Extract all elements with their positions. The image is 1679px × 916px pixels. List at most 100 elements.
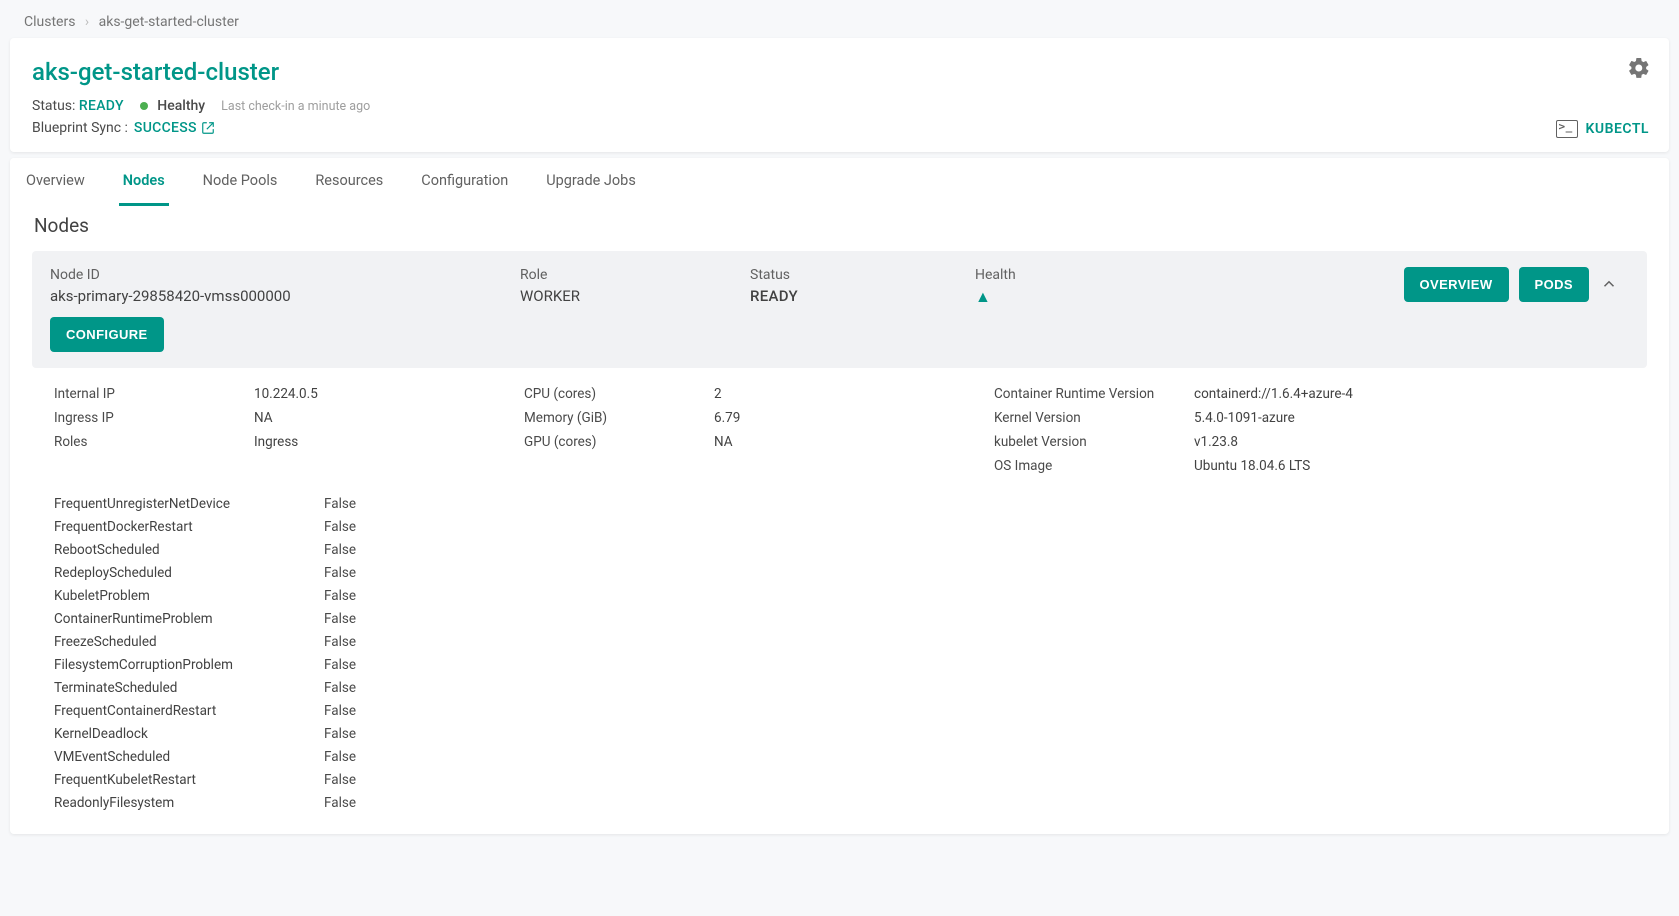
node-status-label: Status — [750, 267, 975, 283]
condition-key: RedeployScheduled — [54, 565, 324, 581]
blueprint-sync-link[interactable]: SUCCESS — [134, 120, 215, 136]
section-title: Nodes — [34, 214, 1645, 237]
configure-button[interactable]: CONFIGURE — [50, 317, 164, 352]
condition-key: KubeletProblem — [54, 588, 324, 604]
gear-icon[interactable] — [1627, 56, 1651, 80]
spec-value — [714, 458, 994, 474]
condition-value: False — [324, 542, 424, 558]
spec-key: Memory (GiB) — [524, 410, 714, 426]
condition-value: False — [324, 634, 424, 650]
cluster-header-card: aks-get-started-cluster Status: READY He… — [10, 38, 1669, 152]
pods-button[interactable]: PODS — [1519, 267, 1589, 302]
spec-key: CPU (cores) — [524, 386, 714, 402]
kubectl-button[interactable]: KUBECTL — [1556, 120, 1649, 138]
condition-row: FrequentDockerRestartFalse — [54, 515, 1625, 538]
node-role-value: WORKER — [520, 287, 750, 305]
condition-key: ReadonlyFilesystem — [54, 795, 324, 811]
spec-key — [524, 458, 714, 474]
status-label: Status: — [32, 98, 75, 114]
breadcrumb: Clusters › aks-get-started-cluster — [10, 10, 1669, 38]
condition-value: False — [324, 611, 424, 627]
health-text: Healthy — [157, 98, 205, 114]
condition-key: FilesystemCorruptionProblem — [54, 657, 324, 673]
condition-value: False — [324, 496, 424, 512]
status-value: READY — [79, 98, 124, 114]
condition-row: RedeployScheduledFalse — [54, 561, 1625, 584]
condition-key: TerminateScheduled — [54, 680, 324, 696]
spec-key — [54, 458, 254, 474]
breadcrumb-current: aks-get-started-cluster — [99, 14, 239, 30]
spec-value: containerd://1.6.4+azure-4 — [1194, 386, 1625, 402]
spec-value: NA — [254, 410, 524, 426]
status-block: Status: READY — [32, 98, 124, 114]
kubectl-label: KUBECTL — [1586, 121, 1649, 137]
blueprint-value: SUCCESS — [134, 120, 197, 136]
spec-value: 2 — [714, 386, 994, 402]
spec-value: 5.4.0-1091-azure — [1194, 410, 1625, 426]
cluster-title: aks-get-started-cluster — [32, 58, 1647, 86]
collapse-toggle[interactable] — [1589, 267, 1629, 293]
condition-value: False — [324, 795, 424, 811]
condition-row: FrequentUnregisterNetDeviceFalse — [54, 492, 1625, 515]
overview-button[interactable]: OVERVIEW — [1404, 267, 1509, 302]
condition-value: False — [324, 703, 424, 719]
breadcrumb-separator: › — [85, 14, 89, 30]
condition-row: KernelDeadlockFalse — [54, 722, 1625, 745]
condition-value: False — [324, 565, 424, 581]
spec-key: Roles — [54, 434, 254, 450]
condition-row: KubeletProblemFalse — [54, 584, 1625, 607]
tab-configuration[interactable]: Configuration — [417, 158, 512, 206]
condition-value: False — [324, 657, 424, 673]
condition-key: FreezeScheduled — [54, 634, 324, 650]
conditions-table: FrequentUnregisterNetDeviceFalseFrequent… — [54, 492, 1625, 814]
checkin-text: Last check-in a minute ago — [221, 99, 370, 114]
nodes-panel: Overview Nodes Node Pools Resources Configur… — [10, 158, 1669, 834]
condition-key: FrequentKubeletRestart — [54, 772, 324, 788]
condition-row: FilesystemCorruptionProblemFalse — [54, 653, 1625, 676]
condition-key: ContainerRuntimeProblem — [54, 611, 324, 627]
tab-overview[interactable]: Overview — [22, 158, 89, 206]
condition-row: VMEventScheduledFalse — [54, 745, 1625, 768]
condition-row: FrequentContainerdRestartFalse — [54, 699, 1625, 722]
tab-upgrade-jobs[interactable]: Upgrade Jobs — [542, 158, 640, 206]
condition-value: False — [324, 726, 424, 742]
node-summary: Node ID aks-primary-29858420-vmss000000 … — [32, 251, 1647, 368]
node-role-label: Role — [520, 267, 750, 283]
spec-grid: Internal IP10.224.0.5CPU (cores)2Contain… — [54, 386, 1625, 474]
condition-key: VMEventScheduled — [54, 749, 324, 765]
open-in-new-icon — [201, 121, 215, 135]
condition-key: FrequentContainerdRestart — [54, 703, 324, 719]
node-id-label: Node ID — [50, 267, 520, 283]
condition-key: FrequentUnregisterNetDevice — [54, 496, 324, 512]
spec-value: 6.79 — [714, 410, 994, 426]
health-dot-icon — [140, 102, 148, 110]
spec-key: Kernel Version — [994, 410, 1194, 426]
terminal-icon — [1556, 120, 1578, 138]
spec-key: GPU (cores) — [524, 434, 714, 450]
condition-row: RebootScheduledFalse — [54, 538, 1625, 561]
spec-key: kubelet Version — [994, 434, 1194, 450]
spec-value: Ubuntu 18.04.6 LTS — [1194, 458, 1625, 474]
tab-node-pools[interactable]: Node Pools — [199, 158, 282, 206]
condition-value: False — [324, 680, 424, 696]
node-details: Internal IP10.224.0.5CPU (cores)2Contain… — [32, 382, 1647, 814]
condition-row: FrequentKubeletRestartFalse — [54, 768, 1625, 791]
condition-row: TerminateScheduledFalse — [54, 676, 1625, 699]
spec-key: Internal IP — [54, 386, 254, 402]
breadcrumb-root[interactable]: Clusters — [24, 14, 75, 30]
tabs: Overview Nodes Node Pools Resources Configur… — [10, 158, 1669, 206]
condition-key: KernelDeadlock — [54, 726, 324, 742]
blueprint-label: Blueprint Sync : — [32, 120, 128, 136]
condition-row: ReadonlyFilesystemFalse — [54, 791, 1625, 814]
condition-value: False — [324, 519, 424, 535]
node-id-value: aks-primary-29858420-vmss000000 — [50, 287, 520, 305]
condition-key: FrequentDockerRestart — [54, 519, 324, 535]
spec-key: OS Image — [994, 458, 1194, 474]
spec-value: Ingress — [254, 434, 524, 450]
condition-value: False — [324, 749, 424, 765]
spec-key: Ingress IP — [54, 410, 254, 426]
tab-resources[interactable]: Resources — [311, 158, 387, 206]
health-up-icon: ▲ — [975, 287, 1195, 307]
tab-nodes[interactable]: Nodes — [119, 158, 169, 206]
spec-value — [254, 458, 524, 474]
